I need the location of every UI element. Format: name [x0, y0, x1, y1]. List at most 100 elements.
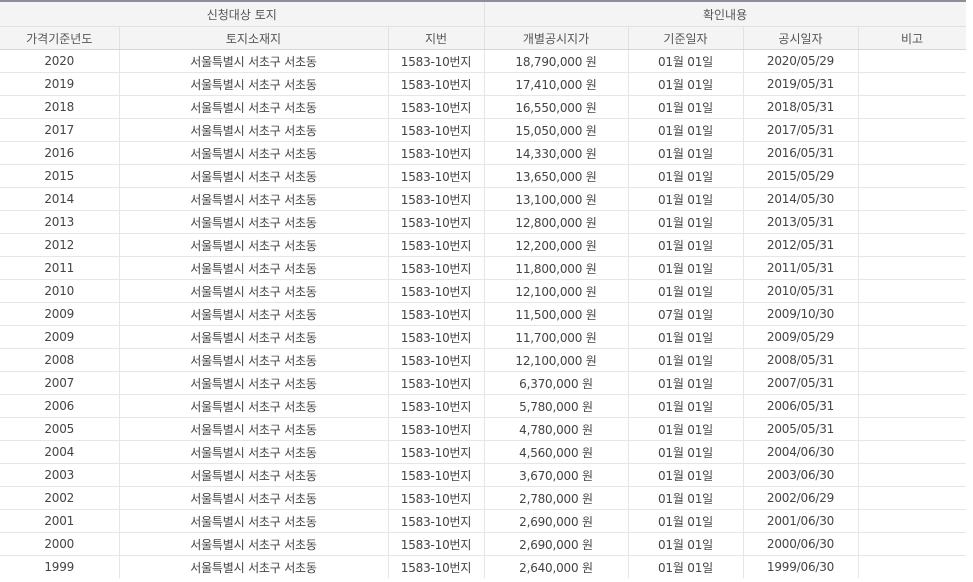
remarks-cell [858, 49, 966, 73]
base-year-cell: 2009 [0, 302, 120, 326]
lot-number-cell: 1583-10번지 [388, 210, 485, 234]
base-date-cell: 07월 01일 [628, 302, 744, 326]
lot-number-cell: 1583-10번지 [388, 325, 485, 349]
lot-number-cell: 1583-10번지 [388, 72, 485, 96]
column-header-base-date: 기준일자 [628, 26, 744, 50]
official-price-cell: 11,800,000 원 [484, 256, 629, 280]
lot-number-cell: 1583-10번지 [388, 256, 485, 280]
table-row: 2008 서울특별시 서초구 서초동 1583-10번지 12,100,000 원 01… [0, 348, 966, 372]
base-year-cell: 2002 [0, 486, 120, 510]
lot-number-cell: 1583-10번지 [388, 371, 485, 395]
remarks-cell [858, 95, 966, 119]
column-header-announce-date: 공시일자 [743, 26, 859, 50]
header-column-row: 가격기준년도 토지소재지 지번 개별공시지가 기준일자 공시일자 비고 [0, 26, 966, 50]
header-group-row: 신청대상 토지 확인내용 [0, 0, 966, 27]
column-header-lot-number: 지번 [388, 26, 485, 50]
announce-date-cell: 2008/05/31 [743, 348, 859, 372]
base-date-cell: 01월 01일 [628, 463, 744, 487]
official-price-cell: 16,550,000 원 [484, 95, 629, 119]
base-year-cell: 2014 [0, 187, 120, 211]
official-price-cell: 13,100,000 원 [484, 187, 629, 211]
base-date-cell: 01월 01일 [628, 486, 744, 510]
table-row: 2013 서울특별시 서초구 서초동 1583-10번지 12,800,000 원 01… [0, 210, 966, 234]
lot-number-cell: 1583-10번지 [388, 394, 485, 418]
remarks-cell [858, 302, 966, 326]
land-price-table-container: 신청대상 토지 확인내용 가격기준년도 토지소재지 지번 개별공시지가 기준일자… [0, 0, 966, 582]
remarks-cell [858, 532, 966, 556]
land-location-cell: 서울특별시 서초구 서초동 [119, 394, 389, 418]
official-price-cell: 12,100,000 원 [484, 279, 629, 303]
land-location-cell: 서울특별시 서초구 서초동 [119, 348, 389, 372]
remarks-cell [858, 233, 966, 257]
lot-number-cell: 1583-10번지 [388, 279, 485, 303]
land-location-cell: 서울특별시 서초구 서초동 [119, 72, 389, 96]
group-header-land: 신청대상 토지 [0, 0, 485, 27]
base-year-cell: 2009 [0, 325, 120, 349]
announce-date-cell: 2018/05/31 [743, 95, 859, 119]
land-location-cell: 서울특별시 서초구 서초동 [119, 164, 389, 188]
land-price-table: 신청대상 토지 확인내용 가격기준년도 토지소재지 지번 개별공시지가 기준일자… [0, 0, 966, 578]
lot-number-cell: 1583-10번지 [388, 49, 485, 73]
announce-date-cell: 2006/05/31 [743, 394, 859, 418]
announce-date-cell: 2009/05/29 [743, 325, 859, 349]
base-year-cell: 1999 [0, 555, 120, 578]
table-row: 2005 서울특별시 서초구 서초동 1583-10번지 4,780,000 원 01월… [0, 417, 966, 441]
announce-date-cell: 2011/05/31 [743, 256, 859, 280]
land-location-cell: 서울특별시 서초구 서초동 [119, 371, 389, 395]
table-row: 2003 서울특별시 서초구 서초동 1583-10번지 3,670,000 원 01월… [0, 463, 966, 487]
announce-date-cell: 2004/06/30 [743, 440, 859, 464]
remarks-cell [858, 279, 966, 303]
remarks-cell [858, 210, 966, 234]
lot-number-cell: 1583-10번지 [388, 417, 485, 441]
lot-number-cell: 1583-10번지 [388, 555, 485, 578]
table-row: 2019 서울특별시 서초구 서초동 1583-10번지 17,410,000 원 01… [0, 72, 966, 96]
official-price-cell: 12,200,000 원 [484, 233, 629, 257]
official-price-cell: 4,560,000 원 [484, 440, 629, 464]
announce-date-cell: 2007/05/31 [743, 371, 859, 395]
announce-date-cell: 1999/06/30 [743, 555, 859, 578]
base-date-cell: 01월 01일 [628, 256, 744, 280]
announce-date-cell: 2009/10/30 [743, 302, 859, 326]
remarks-cell [858, 509, 966, 533]
base-year-cell: 2003 [0, 463, 120, 487]
base-date-cell: 01월 01일 [628, 440, 744, 464]
base-year-cell: 2005 [0, 417, 120, 441]
official-price-cell: 18,790,000 원 [484, 49, 629, 73]
announce-date-cell: 2013/05/31 [743, 210, 859, 234]
official-price-cell: 11,700,000 원 [484, 325, 629, 349]
official-price-cell: 6,370,000 원 [484, 371, 629, 395]
land-location-cell: 서울특별시 서초구 서초동 [119, 279, 389, 303]
land-location-cell: 서울특별시 서초구 서초동 [119, 532, 389, 556]
base-date-cell: 01월 01일 [628, 72, 744, 96]
lot-number-cell: 1583-10번지 [388, 532, 485, 556]
base-year-cell: 2001 [0, 509, 120, 533]
land-location-cell: 서울특별시 서초구 서초동 [119, 95, 389, 119]
official-price-cell: 14,330,000 원 [484, 141, 629, 165]
land-location-cell: 서울특별시 서초구 서초동 [119, 210, 389, 234]
base-date-cell: 01월 01일 [628, 509, 744, 533]
lot-number-cell: 1583-10번지 [388, 233, 485, 257]
announce-date-cell: 2019/05/31 [743, 72, 859, 96]
table-row: 2000 서울특별시 서초구 서초동 1583-10번지 2,690,000 원 01월… [0, 532, 966, 556]
column-header-base-year: 가격기준년도 [0, 26, 120, 50]
official-price-cell: 3,670,000 원 [484, 463, 629, 487]
announce-date-cell: 2003/06/30 [743, 463, 859, 487]
base-year-cell: 2000 [0, 532, 120, 556]
remarks-cell [858, 463, 966, 487]
official-price-cell: 12,800,000 원 [484, 210, 629, 234]
official-price-cell: 15,050,000 원 [484, 118, 629, 142]
base-date-cell: 01월 01일 [628, 49, 744, 73]
base-date-cell: 01월 01일 [628, 164, 744, 188]
lot-number-cell: 1583-10번지 [388, 187, 485, 211]
table-header: 신청대상 토지 확인내용 가격기준년도 토지소재지 지번 개별공시지가 기준일자… [0, 0, 966, 50]
announce-date-cell: 2014/05/30 [743, 187, 859, 211]
announce-date-cell: 2005/05/31 [743, 417, 859, 441]
base-year-cell: 2015 [0, 164, 120, 188]
announce-date-cell: 2001/06/30 [743, 509, 859, 533]
remarks-cell [858, 187, 966, 211]
lot-number-cell: 1583-10번지 [388, 348, 485, 372]
base-date-cell: 01월 01일 [628, 348, 744, 372]
base-date-cell: 01월 01일 [628, 532, 744, 556]
lot-number-cell: 1583-10번지 [388, 302, 485, 326]
base-year-cell: 2004 [0, 440, 120, 464]
